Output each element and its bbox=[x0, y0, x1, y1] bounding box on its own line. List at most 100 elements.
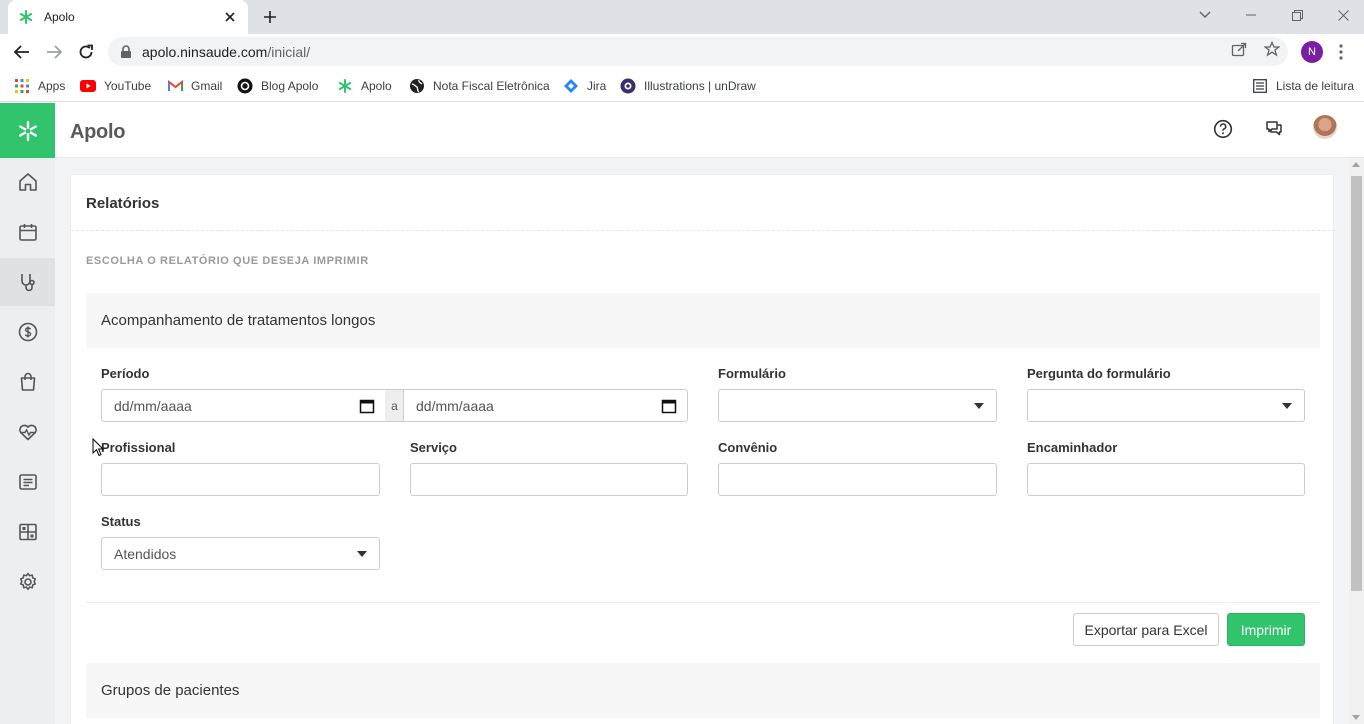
restore-icon bbox=[1291, 9, 1303, 21]
bookmark-label: Apps bbox=[38, 79, 66, 93]
date-start-input[interactable]: dd/mm/aaaa bbox=[101, 389, 386, 422]
scroll-down-arrow[interactable] bbox=[1352, 715, 1360, 720]
print-button[interactable]: Imprimir bbox=[1227, 613, 1305, 646]
date-end-placeholder: dd/mm/aaaa bbox=[416, 397, 494, 414]
app-brand: Apolo bbox=[70, 121, 126, 143]
youtube-icon bbox=[80, 78, 96, 94]
profissional-input[interactable] bbox=[101, 463, 380, 496]
date-range-separator: a bbox=[385, 389, 404, 422]
app-header: Apolo bbox=[0, 103, 1364, 158]
servico-input[interactable] bbox=[410, 463, 688, 496]
report-section-header[interactable]: Acompanhamento de tratamentos longos bbox=[86, 293, 1320, 348]
reading-list-button[interactable]: Lista de leitura bbox=[1252, 76, 1354, 96]
url-text: apolo.ninsaude.com/inicial/ bbox=[142, 43, 311, 60]
bookmark-youtube[interactable]: YouTube bbox=[80, 76, 151, 96]
scroll-up-arrow[interactable] bbox=[1352, 162, 1360, 167]
bookmark-label: Gmail bbox=[191, 79, 223, 93]
stethoscope-icon[interactable] bbox=[0, 258, 55, 306]
convenio-input[interactable] bbox=[718, 463, 997, 496]
pergunta-select[interactable] bbox=[1027, 389, 1305, 422]
pergunta-label: Pergunta do formulário bbox=[1027, 366, 1171, 381]
caret-down-icon bbox=[1282, 403, 1292, 409]
status-label: Status bbox=[101, 514, 141, 529]
page-scrollbar[interactable] bbox=[1349, 158, 1364, 724]
new-tab-button[interactable] bbox=[258, 6, 282, 28]
apps-grid-icon bbox=[14, 78, 30, 94]
apolo-app: Apolo Relatórios ESCOLHA O RELATÓRIO QUE… bbox=[0, 103, 1364, 724]
heart-pulse-icon[interactable] bbox=[0, 408, 55, 456]
export-excel-button[interactable]: Exportar para Excel bbox=[1073, 613, 1219, 646]
servico-label: Serviço bbox=[410, 440, 457, 455]
apolo-favicon-icon bbox=[18, 9, 34, 25]
share-icon[interactable] bbox=[1230, 40, 1248, 58]
list-icon[interactable] bbox=[0, 458, 55, 506]
calendar-picker-icon bbox=[661, 399, 677, 414]
chat-icon[interactable] bbox=[1262, 117, 1286, 141]
caret-down-icon bbox=[974, 403, 984, 409]
title-divider bbox=[71, 230, 1335, 231]
address-bar[interactable]: apolo.ninsaude.com/inicial/ bbox=[108, 37, 1288, 66]
bookmark-star-icon[interactable] bbox=[1263, 40, 1281, 58]
date-end-input[interactable]: dd/mm/aaaa bbox=[403, 389, 688, 422]
close-window-icon bbox=[1337, 9, 1349, 21]
grupos-section-header[interactable]: Grupos de pacientes bbox=[86, 663, 1320, 718]
reports-card: Relatórios ESCOLHA O RELATÓRIO QUE DESEJ… bbox=[70, 174, 1335, 724]
profissional-label: Profissional bbox=[101, 440, 176, 455]
encaminhador-input[interactable] bbox=[1027, 463, 1305, 496]
reading-list-label: Lista de leitura bbox=[1276, 79, 1355, 93]
bookmark-blog-apolo[interactable]: Blog Apolo bbox=[237, 76, 318, 96]
browser-tab[interactable]: Apolo bbox=[8, 0, 248, 34]
user-avatar[interactable] bbox=[1313, 115, 1337, 139]
calendar-icon[interactable] bbox=[0, 208, 55, 256]
globe-icon bbox=[409, 78, 425, 94]
bookmark-label: Blog Apolo bbox=[261, 79, 319, 93]
encaminhador-label: Encaminhador bbox=[1027, 440, 1118, 455]
reading-list-icon bbox=[1252, 78, 1268, 94]
help-icon[interactable] bbox=[1211, 117, 1235, 141]
bookmark-nota-fiscal[interactable]: Nota Fiscal Eletrônica bbox=[409, 76, 550, 96]
close-icon[interactable] bbox=[222, 9, 238, 25]
app-logo[interactable] bbox=[0, 103, 55, 158]
mouse-cursor-icon bbox=[92, 438, 104, 457]
formulario-select[interactable] bbox=[718, 389, 997, 422]
bookmark-gmail[interactable]: Gmail bbox=[167, 76, 222, 96]
dashboard-icon[interactable] bbox=[0, 508, 55, 556]
bookmark-apolo[interactable]: Apolo bbox=[337, 76, 392, 96]
sidebar bbox=[0, 158, 55, 724]
arrow-right-icon bbox=[47, 45, 62, 59]
plus-icon bbox=[264, 11, 276, 23]
close-window-button[interactable] bbox=[1320, 0, 1364, 30]
bookmark-label: Illustrations | unDraw bbox=[644, 79, 756, 93]
tab-search-button[interactable] bbox=[1182, 0, 1228, 30]
lock-icon bbox=[121, 44, 131, 58]
bookmarks-bar: Apps YouTube Gmail Blog Apolo Apolo Nota… bbox=[0, 70, 1364, 102]
more-menu-icon[interactable] bbox=[1336, 40, 1346, 64]
status-select[interactable]: Atendidos bbox=[101, 537, 380, 570]
convenio-label: Convênio bbox=[718, 440, 778, 455]
home-icon[interactable] bbox=[0, 158, 55, 206]
browser-tab-title: Apolo bbox=[44, 10, 75, 24]
minimize-button[interactable] bbox=[1228, 0, 1274, 30]
gear-icon[interactable] bbox=[0, 558, 55, 606]
date-start-placeholder: dd/mm/aaaa bbox=[114, 397, 192, 414]
back-button[interactable] bbox=[8, 38, 36, 66]
reports-subtitle: ESCOLHA O RELATÓRIO QUE DESEJA IMPRIMIR bbox=[86, 255, 369, 267]
status-selected-value: Atendidos bbox=[114, 545, 177, 562]
forward-button[interactable] bbox=[40, 38, 68, 66]
apolo-logo-icon bbox=[18, 120, 37, 141]
scroll-thumb[interactable] bbox=[1351, 176, 1362, 591]
profile-avatar[interactable]: N bbox=[1301, 41, 1323, 63]
shopping-bag-icon[interactable] bbox=[0, 358, 55, 406]
bookmark-undraw[interactable]: Illustrations | unDraw bbox=[620, 76, 756, 96]
formulario-label: Formulário bbox=[718, 366, 786, 381]
restore-button[interactable] bbox=[1274, 0, 1320, 30]
chevron-down-icon bbox=[1199, 11, 1211, 18]
bookmark-label: Apolo bbox=[361, 79, 392, 93]
dollar-icon[interactable] bbox=[0, 308, 55, 356]
page-title: Relatórios bbox=[86, 195, 160, 212]
jira-icon bbox=[563, 78, 579, 94]
bookmark-jira[interactable]: Jira bbox=[563, 76, 606, 96]
bookmark-apps[interactable]: Apps bbox=[14, 76, 65, 96]
periodo-label: Período bbox=[101, 366, 150, 381]
reload-button[interactable] bbox=[72, 38, 100, 66]
